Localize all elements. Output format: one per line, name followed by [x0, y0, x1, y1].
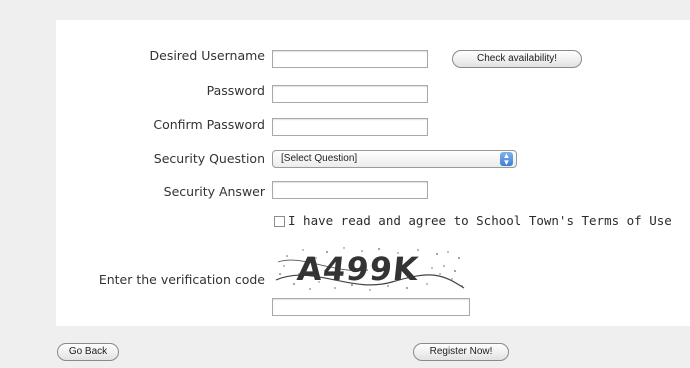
captcha-code: A499K	[295, 250, 420, 288]
check-availability-button[interactable]: Check availability!	[452, 50, 582, 68]
verification-label: Enter the verification code	[98, 272, 265, 287]
terms-checkbox[interactable]	[274, 216, 285, 227]
select-arrows-icon: ▲ ▼	[500, 152, 513, 167]
password-field[interactable]	[272, 85, 428, 103]
captcha-noise: A499K	[275, 247, 465, 291]
username-label: Desired Username	[149, 48, 266, 63]
security-question-select[interactable]: [Select Question] ▲ ▼	[272, 150, 517, 168]
captcha-image: A499K	[272, 244, 468, 294]
register-now-button[interactable]: Register Now!	[413, 343, 509, 361]
confirm-password-field[interactable]	[272, 118, 428, 136]
verification-code-field[interactable]	[272, 298, 470, 316]
security-question-label: Security Question	[153, 151, 265, 166]
username-field[interactable]	[272, 50, 428, 68]
security-answer-label: Security Answer	[163, 184, 265, 199]
terms-text: I have read and agree to School Town's T…	[288, 213, 672, 228]
confirm-password-label: Confirm Password	[153, 117, 265, 132]
security-question-value: [Select Question]	[281, 153, 358, 164]
password-label: Password	[206, 83, 265, 98]
security-answer-field[interactable]	[272, 181, 428, 199]
go-back-button[interactable]: Go Back	[57, 343, 119, 361]
